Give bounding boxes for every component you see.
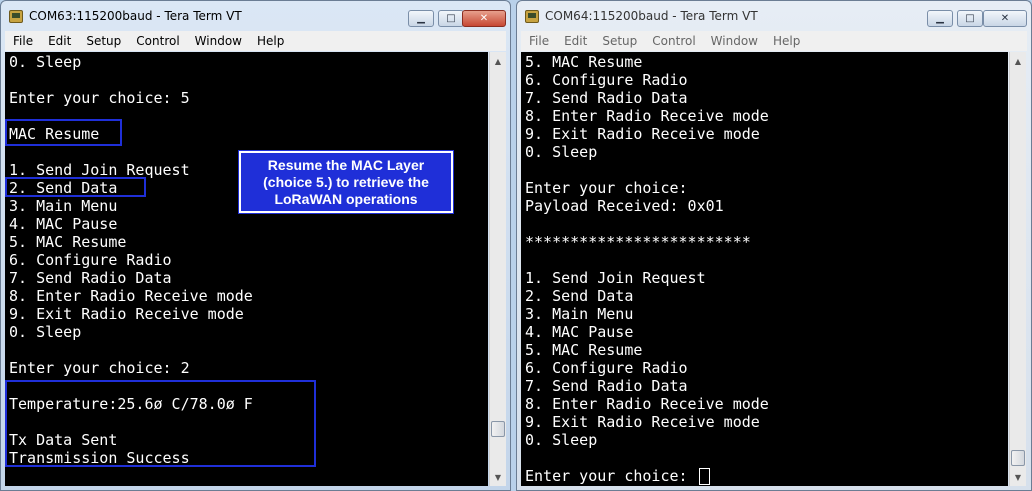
terminal-screen[interactable]: 5. MAC Resume 6. Configure Radio 7. Send R… bbox=[521, 52, 1008, 486]
minimize-button[interactable]: ▁ bbox=[408, 10, 434, 27]
terminal-line: 6. Configure Radio bbox=[9, 251, 172, 269]
terminal-line: 6. Configure Radio bbox=[525, 71, 688, 89]
scrollbar-thumb[interactable] bbox=[491, 421, 505, 437]
terminal-line: 0. Sleep bbox=[9, 323, 82, 341]
terminal-line: Transmission Success bbox=[9, 449, 190, 467]
terminal-line: 9. Exit Radio Receive mode bbox=[9, 305, 244, 323]
menu-file[interactable]: File bbox=[521, 34, 556, 48]
scroll-up-arrow-icon[interactable]: ▲ bbox=[1011, 53, 1025, 69]
minimize-button[interactable]: ▁ bbox=[927, 10, 953, 27]
menu-help[interactable]: Help bbox=[249, 34, 291, 48]
annotation-callout: Resume the MAC Layer (choice 5.) to retr… bbox=[238, 150, 454, 214]
callout-line: (choice 5.) to retrieve the bbox=[263, 173, 429, 190]
terminal-line: 0. Sleep bbox=[9, 53, 82, 71]
terminal-window-com63: COM63:115200baud - Tera Term VT ▁ □ ✕ Fi… bbox=[0, 0, 511, 491]
terminal-line: 7. Send Radio Data bbox=[525, 377, 688, 395]
terminal-line: ************************* bbox=[525, 233, 751, 251]
terminal-output: 0. Sleep Enter your choice: 5 MAC Resume 1.… bbox=[9, 53, 253, 467]
terminal-line: 5. MAC Resume bbox=[525, 53, 643, 71]
close-button[interactable]: ✕ bbox=[983, 10, 1027, 27]
scroll-up-arrow-icon[interactable]: ▲ bbox=[491, 53, 505, 69]
maximize-button[interactable]: □ bbox=[438, 10, 464, 27]
terminal-line: 3. Main Menu bbox=[9, 197, 118, 215]
menu-bar: File Edit Setup Control Window Help bbox=[521, 31, 1027, 51]
menu-control[interactable]: Control bbox=[644, 34, 702, 48]
terminal-line: 4. MAC Pause bbox=[9, 215, 118, 233]
menu-control[interactable]: Control bbox=[128, 34, 186, 48]
menu-bar: File Edit Setup Control Window Help bbox=[5, 31, 506, 51]
terminal-window-com64: COM64:115200baud - Tera Term VT ▁ □ ✕ Fi… bbox=[516, 0, 1032, 491]
terminal-line: Temperature:25.6ø C/78.0ø F bbox=[9, 395, 253, 413]
window-title: COM64:115200baud - Tera Term VT bbox=[545, 9, 758, 23]
terminal-line: 7. Send Radio Data bbox=[525, 89, 688, 107]
terminal-line: 6. Configure Radio bbox=[525, 359, 688, 377]
terminal-line: 2. Send Data bbox=[525, 287, 634, 305]
terminal-line: 8. Enter Radio Receive mode bbox=[525, 395, 769, 413]
menu-file[interactable]: File bbox=[5, 34, 40, 48]
scroll-down-arrow-icon[interactable]: ▼ bbox=[1011, 469, 1025, 485]
terminal-screen[interactable]: 0. Sleep Enter your choice: 5 MAC Resume 1.… bbox=[5, 52, 488, 486]
menu-setup[interactable]: Setup bbox=[594, 34, 644, 48]
terminal-line: 9. Exit Radio Receive mode bbox=[525, 413, 760, 431]
menu-edit[interactable]: Edit bbox=[556, 34, 594, 48]
scrollbar-thumb[interactable] bbox=[1011, 450, 1025, 466]
terminal-line: 9. Exit Radio Receive mode bbox=[525, 125, 760, 143]
terminal-line: Enter your choice: bbox=[525, 179, 688, 197]
tera-term-app-icon bbox=[9, 10, 23, 23]
title-bar[interactable]: COM63:115200baud - Tera Term VT ▁ □ ✕ bbox=[1, 1, 510, 31]
menu-window[interactable]: Window bbox=[703, 34, 765, 48]
menu-help[interactable]: Help bbox=[765, 34, 807, 48]
tera-term-app-icon bbox=[525, 10, 539, 23]
maximize-button[interactable]: □ bbox=[957, 10, 983, 27]
menu-setup[interactable]: Setup bbox=[78, 34, 128, 48]
terminal-line: 5. MAC Resume bbox=[525, 341, 643, 359]
window-title: COM63:115200baud - Tera Term VT bbox=[29, 9, 242, 23]
terminal-line: 1. Send Join Request bbox=[9, 161, 190, 179]
terminal-line: 7. Send Radio Data bbox=[9, 269, 172, 287]
terminal-line: Enter your choice: 2 bbox=[9, 359, 190, 377]
vertical-scrollbar[interactable]: ▲ ▼ bbox=[489, 52, 506, 486]
terminal-line: MAC Resume bbox=[9, 125, 100, 143]
terminal-line: Payload Received: 0x01 bbox=[525, 197, 724, 215]
terminal-line: 0. Sleep bbox=[525, 431, 598, 449]
terminal-line: Tx Data Sent bbox=[9, 431, 118, 449]
menu-edit[interactable]: Edit bbox=[40, 34, 78, 48]
scroll-down-arrow-icon[interactable]: ▼ bbox=[491, 469, 505, 485]
terminal-line: 4. MAC Pause bbox=[525, 323, 634, 341]
terminal-line: 0. Sleep bbox=[525, 143, 598, 161]
vertical-scrollbar[interactable]: ▲ ▼ bbox=[1009, 52, 1026, 486]
terminal-line: 1. Send Join Request bbox=[525, 269, 706, 287]
terminal-line: 2. Send Data bbox=[9, 179, 118, 197]
terminal-line: 8. Enter Radio Receive mode bbox=[525, 107, 769, 125]
terminal-line: 3. Main Menu bbox=[525, 305, 634, 323]
terminal-line: 8. Enter Radio Receive mode bbox=[9, 287, 253, 305]
callout-line: Resume the MAC Layer bbox=[267, 156, 425, 173]
menu-window[interactable]: Window bbox=[187, 34, 249, 48]
callout-line: LoRaWAN operations bbox=[274, 190, 418, 207]
title-bar[interactable]: COM64:115200baud - Tera Term VT ▁ □ ✕ bbox=[517, 1, 1031, 31]
close-button[interactable]: ✕ bbox=[462, 10, 506, 27]
terminal-output: 5. MAC Resume 6. Configure Radio 7. Send R… bbox=[525, 53, 769, 485]
text-cursor bbox=[698, 468, 710, 485]
terminal-line: Enter your choice: bbox=[525, 467, 697, 485]
terminal-line: 5. MAC Resume bbox=[9, 233, 127, 251]
terminal-line: Enter your choice: 5 bbox=[9, 89, 190, 107]
